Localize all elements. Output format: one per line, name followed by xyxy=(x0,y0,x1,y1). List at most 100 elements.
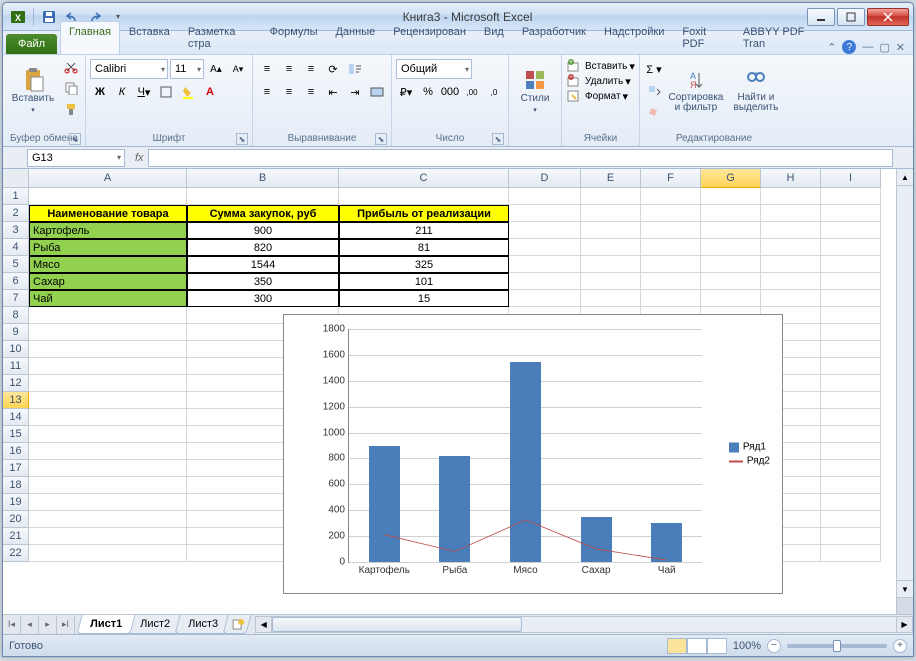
cell[interactable] xyxy=(761,188,821,205)
cell[interactable]: 15 xyxy=(339,290,509,307)
cell[interactable] xyxy=(509,290,581,307)
row-header-6[interactable]: 6 xyxy=(3,273,29,290)
cell[interactable] xyxy=(641,239,701,256)
cell[interactable] xyxy=(29,477,187,494)
name-box[interactable]: G13 xyxy=(27,149,125,167)
cell[interactable] xyxy=(701,239,761,256)
vertical-scrollbar[interactable]: ▲ ▼ xyxy=(896,169,913,614)
font-launcher-icon[interactable]: ⬊ xyxy=(236,133,248,145)
chart-line[interactable] xyxy=(349,329,702,562)
cell[interactable] xyxy=(701,205,761,222)
tab-надстройки[interactable]: Надстройки xyxy=(595,21,673,54)
cell[interactable] xyxy=(821,392,881,409)
cell[interactable] xyxy=(29,443,187,460)
tab-разметка-стра[interactable]: Разметка стра xyxy=(179,21,261,54)
number-launcher-icon[interactable]: ⬊ xyxy=(492,133,504,145)
bold-icon[interactable]: Ж xyxy=(90,82,110,102)
row-header-2[interactable]: 2 xyxy=(3,205,29,222)
cell[interactable] xyxy=(641,256,701,273)
zoom-slider[interactable] xyxy=(787,644,887,648)
cell[interactable] xyxy=(29,341,187,358)
cell[interactable] xyxy=(821,460,881,477)
cell[interactable] xyxy=(761,273,821,290)
sheet-nav-first-icon[interactable]: I◂ xyxy=(3,616,21,634)
cell[interactable]: 81 xyxy=(339,239,509,256)
cell[interactable] xyxy=(29,511,187,528)
row-header-9[interactable]: 9 xyxy=(3,324,29,341)
row-header-10[interactable]: 10 xyxy=(3,341,29,358)
cell[interactable] xyxy=(509,273,581,290)
border-icon[interactable] xyxy=(156,82,176,102)
cell[interactable] xyxy=(29,494,187,511)
col-header-B[interactable]: B xyxy=(187,169,339,188)
decrease-decimal-icon[interactable]: ,0 xyxy=(484,82,504,102)
cell[interactable] xyxy=(509,239,581,256)
cell[interactable] xyxy=(821,511,881,528)
cell[interactable]: 820 xyxy=(187,239,339,256)
tab-foxit-pdf[interactable]: Foxit PDF xyxy=(673,21,734,54)
cell[interactable]: Наименование товара xyxy=(29,205,187,222)
sheet-nav-last-icon[interactable]: ▸I xyxy=(57,616,75,634)
decrease-indent-icon[interactable]: ⇤ xyxy=(323,82,343,102)
zoom-in-button[interactable]: + xyxy=(893,639,907,653)
cell[interactable] xyxy=(29,409,187,426)
cell[interactable] xyxy=(581,222,641,239)
cell[interactable]: 300 xyxy=(187,290,339,307)
number-format-combo[interactable]: Общий xyxy=(396,59,472,79)
comma-icon[interactable]: 000 xyxy=(440,82,460,102)
cell[interactable] xyxy=(187,188,339,205)
row-header-8[interactable]: 8 xyxy=(3,307,29,324)
cell[interactable] xyxy=(821,205,881,222)
cell[interactable]: 350 xyxy=(187,273,339,290)
cell[interactable] xyxy=(821,426,881,443)
cell[interactable] xyxy=(821,443,881,460)
embedded-chart[interactable]: 020040060080010001200140016001800Картофе… xyxy=(283,314,783,594)
cell[interactable] xyxy=(701,222,761,239)
cut-icon[interactable] xyxy=(61,57,81,77)
format-painter-icon[interactable] xyxy=(61,99,81,119)
cell[interactable] xyxy=(509,205,581,222)
styles-button[interactable]: Стили ▾ xyxy=(513,57,557,125)
cell[interactable] xyxy=(821,494,881,511)
row-header-1[interactable]: 1 xyxy=(3,188,29,205)
col-header-H[interactable]: H xyxy=(761,169,821,188)
orientation-icon[interactable]: ⟳ xyxy=(323,59,343,79)
underline-icon[interactable]: Ч▾ xyxy=(134,82,154,102)
select-all-corner[interactable] xyxy=(3,169,29,188)
row-header-4[interactable]: 4 xyxy=(3,239,29,256)
cell[interactable] xyxy=(509,256,581,273)
cell[interactable]: Картофель xyxy=(29,222,187,239)
cell[interactable]: 1544 xyxy=(187,256,339,273)
insert-cells-button[interactable]: +Вставить ▾ xyxy=(566,59,635,73)
cell[interactable] xyxy=(29,307,187,324)
row-header-3[interactable]: 3 xyxy=(3,222,29,239)
normal-view-button[interactable] xyxy=(667,638,687,654)
tab-разработчик[interactable]: Разработчик xyxy=(513,21,595,54)
font-color-icon[interactable]: A xyxy=(200,82,220,102)
cell[interactable] xyxy=(821,477,881,494)
autosum-icon[interactable]: Σ ▾ xyxy=(644,59,664,79)
col-header-I[interactable]: I xyxy=(821,169,881,188)
tab-данные[interactable]: Данные xyxy=(326,21,384,54)
row-header-12[interactable]: 12 xyxy=(3,375,29,392)
align-right-icon[interactable]: ≡ xyxy=(301,82,321,102)
cell[interactable] xyxy=(581,239,641,256)
cell[interactable] xyxy=(581,256,641,273)
sheet-nav-prev-icon[interactable]: ◂ xyxy=(21,616,39,634)
cell[interactable] xyxy=(761,222,821,239)
cell[interactable] xyxy=(821,545,881,562)
wrap-text-icon[interactable] xyxy=(345,59,365,79)
col-header-A[interactable]: A xyxy=(29,169,187,188)
cell[interactable] xyxy=(821,307,881,324)
maximize-button[interactable] xyxy=(837,8,865,26)
cell[interactable] xyxy=(641,273,701,290)
cell[interactable] xyxy=(821,358,881,375)
cell[interactable] xyxy=(761,256,821,273)
sheet-tab-Лист1[interactable]: Лист1 xyxy=(76,615,135,634)
delete-cells-button[interactable]: −Удалить ▾ xyxy=(566,74,631,88)
tab-формулы[interactable]: Формулы xyxy=(261,21,327,54)
increase-font-icon[interactable]: A▴ xyxy=(206,59,226,79)
cell[interactable] xyxy=(581,205,641,222)
close-button[interactable] xyxy=(867,8,909,26)
cell[interactable] xyxy=(821,409,881,426)
